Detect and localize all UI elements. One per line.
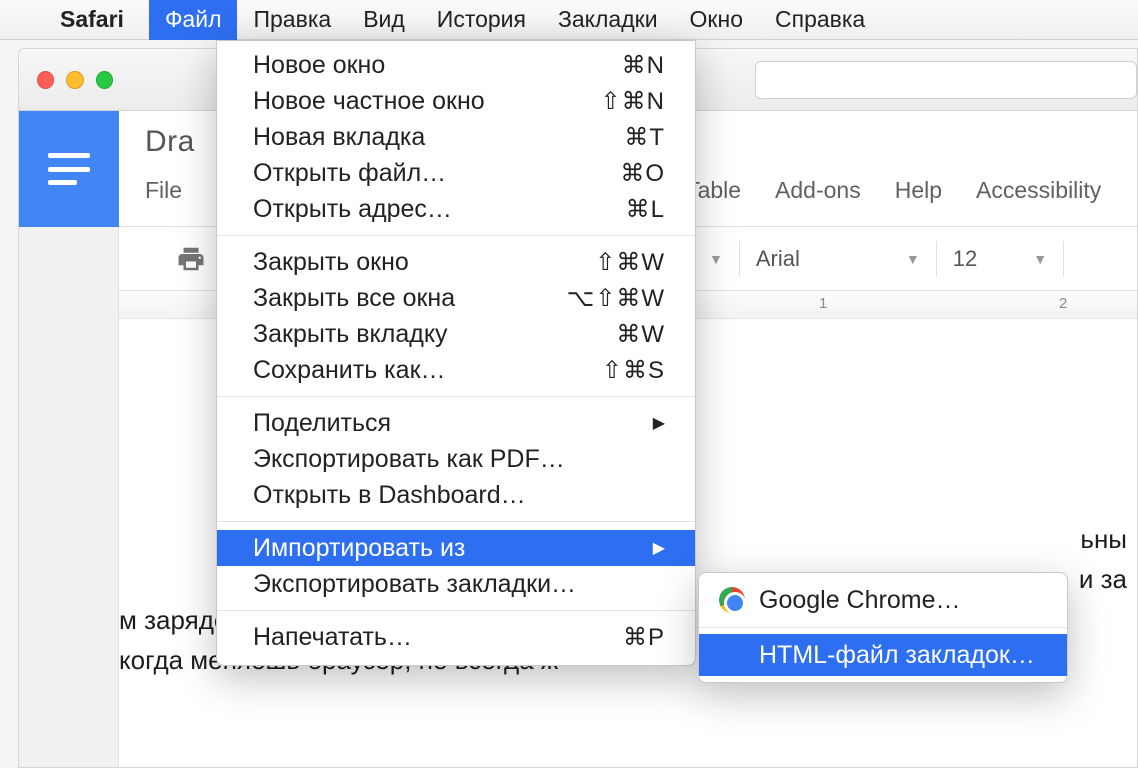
menu-item-label: Новая вкладка bbox=[253, 123, 425, 152]
print-icon[interactable] bbox=[171, 239, 211, 279]
font-family-dropdown[interactable]: Arial ▼ bbox=[756, 246, 920, 272]
menubar-item-bookmarks[interactable]: Закладки bbox=[542, 0, 674, 40]
menu-item-label: Закрыть окно bbox=[253, 248, 409, 277]
close-window-button[interactable] bbox=[37, 71, 54, 89]
font-family-value: Arial bbox=[756, 246, 800, 272]
chevron-down-icon: ▼ bbox=[906, 251, 920, 267]
chrome-icon bbox=[719, 587, 745, 613]
menu-shortcut: ⌘L bbox=[626, 195, 665, 224]
menu-item-label: Экспортировать закладки… bbox=[253, 570, 576, 599]
menu-item-label: Поделиться bbox=[253, 409, 391, 438]
minimize-window-button[interactable] bbox=[66, 71, 83, 89]
menu-item-label: Новое окно bbox=[253, 51, 385, 80]
menu-shortcut: ⌘T bbox=[624, 123, 665, 152]
submenu-html-bookmarks-file[interactable]: HTML-файл закладок… bbox=[699, 634, 1067, 676]
menu-item-label: Закрыть вкладку bbox=[253, 320, 448, 349]
submenu-arrow-icon: ▶ bbox=[653, 413, 665, 433]
menu-new-window[interactable]: Новое окно ⌘N bbox=[217, 47, 695, 83]
docs-menu-help[interactable]: Help bbox=[895, 177, 942, 204]
menu-shortcut: ⌘P bbox=[623, 623, 665, 652]
docs-menu-file[interactable]: File bbox=[145, 177, 182, 204]
menu-item-label: Экспортировать как PDF… bbox=[253, 445, 565, 474]
menu-shortcut: ⌘N bbox=[622, 51, 665, 80]
menu-item-label: Импортировать из bbox=[253, 534, 465, 563]
macos-menubar: Safari Файл Правка Вид История Закладки … bbox=[0, 0, 1138, 40]
submenu-item-label: Google Chrome… bbox=[759, 586, 960, 615]
google-docs-logo-icon[interactable] bbox=[19, 111, 119, 227]
ruler-tick: 1 bbox=[819, 295, 827, 312]
menu-shortcut: ⌘O bbox=[620, 159, 665, 188]
app-name[interactable]: Safari bbox=[60, 6, 124, 33]
menu-shortcut: ⇧⌘N bbox=[601, 87, 665, 116]
menu-share[interactable]: Поделиться ▶ bbox=[217, 405, 695, 441]
address-bar[interactable] bbox=[755, 61, 1137, 99]
file-menu-dropdown: Новое окно ⌘N Новое частное окно ⇧⌘N Нов… bbox=[216, 40, 696, 666]
menu-close-tab[interactable]: Закрыть вкладку ⌘W bbox=[217, 316, 695, 352]
menu-item-label: Напечатать… bbox=[253, 623, 412, 652]
docs-menu-accessibility[interactable]: Accessibility bbox=[976, 177, 1101, 204]
chevron-down-icon: ▼ bbox=[1033, 251, 1047, 267]
menu-item-label: Открыть в Dashboard… bbox=[253, 481, 526, 510]
menu-open-location[interactable]: Открыть адрес… ⌘L bbox=[217, 191, 695, 227]
menu-shortcut: ⌘W bbox=[616, 320, 665, 349]
menu-shortcut: ⌥⇧⌘W bbox=[567, 284, 665, 313]
import-from-submenu: Google Chrome… HTML-файл закладок… bbox=[698, 572, 1068, 683]
menu-item-label: Открыть адрес… bbox=[253, 195, 452, 224]
font-size-dropdown[interactable]: 12 ▼ bbox=[953, 246, 1047, 272]
docs-menu-addons[interactable]: Add-ons bbox=[775, 177, 861, 204]
menu-shortcut: ⇧⌘W bbox=[595, 248, 665, 277]
menubar-item-edit[interactable]: Правка bbox=[237, 0, 347, 40]
menu-item-label: Открыть файл… bbox=[253, 159, 446, 188]
menu-new-private-window[interactable]: Новое частное окно ⇧⌘N bbox=[217, 83, 695, 119]
maximize-window-button[interactable] bbox=[96, 71, 113, 89]
menubar-item-help[interactable]: Справка bbox=[759, 0, 881, 40]
menu-shortcut: ⇧⌘S bbox=[602, 356, 665, 385]
menu-item-label: Закрыть все окна bbox=[253, 284, 455, 313]
ruler-tick: 2 bbox=[1059, 295, 1067, 312]
menu-item-label: Новое частное окно bbox=[253, 87, 485, 116]
menu-close-all-windows[interactable]: Закрыть все окна ⌥⇧⌘W bbox=[217, 280, 695, 316]
submenu-item-label: HTML-файл закладок… bbox=[759, 641, 1035, 670]
submenu-google-chrome[interactable]: Google Chrome… bbox=[699, 579, 1067, 621]
dropdown-caret-icon[interactable]: ▼ bbox=[709, 251, 723, 267]
menubar-item-view[interactable]: Вид bbox=[347, 0, 421, 40]
docs-left-margin bbox=[19, 227, 119, 767]
menu-close-window[interactable]: Закрыть окно ⇧⌘W bbox=[217, 244, 695, 280]
font-size-value: 12 bbox=[953, 246, 977, 272]
menu-item-label: Сохранить как… bbox=[253, 356, 446, 385]
menu-save-as[interactable]: Сохранить как… ⇧⌘S bbox=[217, 352, 695, 388]
menu-export-pdf[interactable]: Экспортировать как PDF… bbox=[217, 441, 695, 477]
menubar-item-file[interactable]: Файл bbox=[149, 0, 238, 40]
menubar-item-history[interactable]: История bbox=[421, 0, 542, 40]
menu-import-from[interactable]: Импортировать из ▶ bbox=[217, 530, 695, 566]
menu-print[interactable]: Напечатать… ⌘P bbox=[217, 619, 695, 655]
menu-new-tab[interactable]: Новая вкладка ⌘T bbox=[217, 119, 695, 155]
menu-open-dashboard[interactable]: Открыть в Dashboard… bbox=[217, 477, 695, 513]
menu-open-file[interactable]: Открыть файл… ⌘O bbox=[217, 155, 695, 191]
menubar-item-window[interactable]: Окно bbox=[674, 0, 759, 40]
submenu-arrow-icon: ▶ bbox=[653, 538, 665, 558]
menu-export-bookmarks[interactable]: Экспортировать закладки… bbox=[217, 566, 695, 602]
